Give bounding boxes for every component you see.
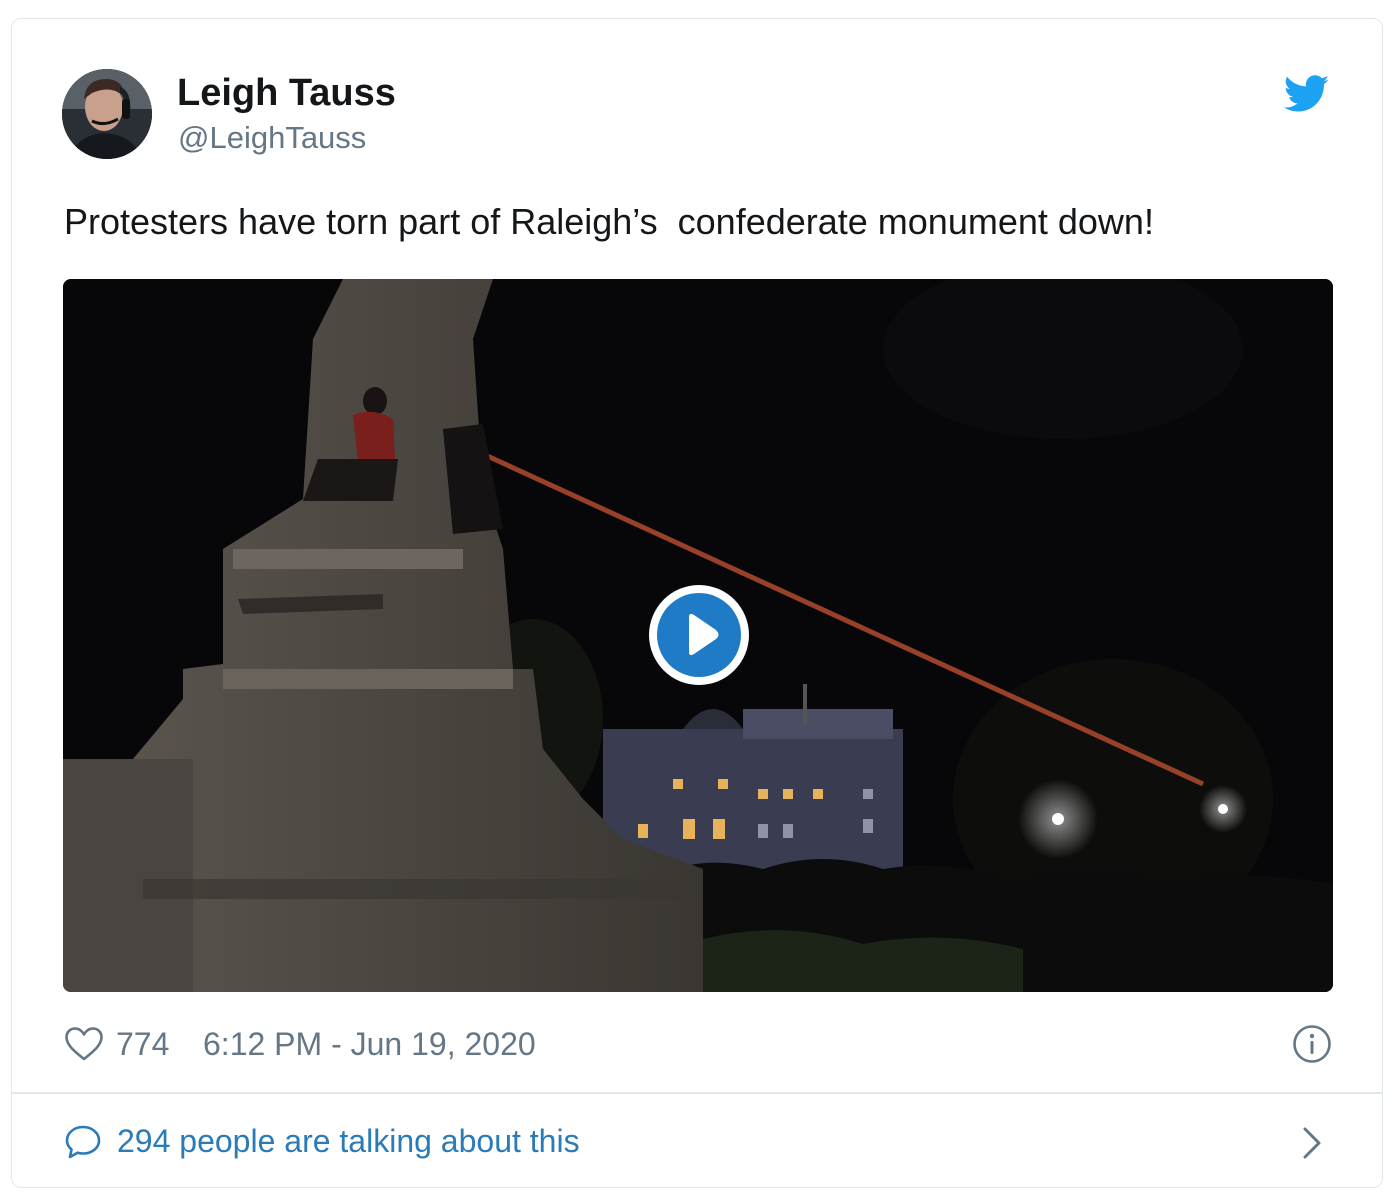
author-handle[interactable]: @LeighTauss [178,119,366,157]
tweet-meta-row: 774 6:12 PM - Jun 19, 2020 [64,1022,1334,1066]
play-button[interactable] [649,585,749,685]
tweet-card: Leigh Tauss @LeighTauss Protesters have … [11,18,1383,1188]
speech-bubble-icon [65,1125,101,1159]
play-button-circle [657,593,741,677]
twitter-bird-icon[interactable] [1284,75,1330,113]
author-name[interactable]: Leigh Tauss [177,71,396,115]
author-avatar[interactable] [62,69,152,159]
tweet-timestamp[interactable]: 6:12 PM - Jun 19, 2020 [203,1024,536,1064]
play-icon [689,613,719,656]
video-player[interactable] [63,279,1333,992]
conversation-text: 294 people are talking about this [117,1123,580,1159]
like-count[interactable]: 774 [116,1024,169,1064]
avatar-photo [62,69,152,159]
chevron-right-icon [1303,1127,1321,1159]
info-icon[interactable] [1292,1024,1332,1064]
heart-icon[interactable] [64,1026,104,1062]
tweet-text: Protesters have torn part of Raleigh’s c… [64,201,1154,242]
conversation-link[interactable]: 294 people are talking about this [12,1094,1382,1187]
